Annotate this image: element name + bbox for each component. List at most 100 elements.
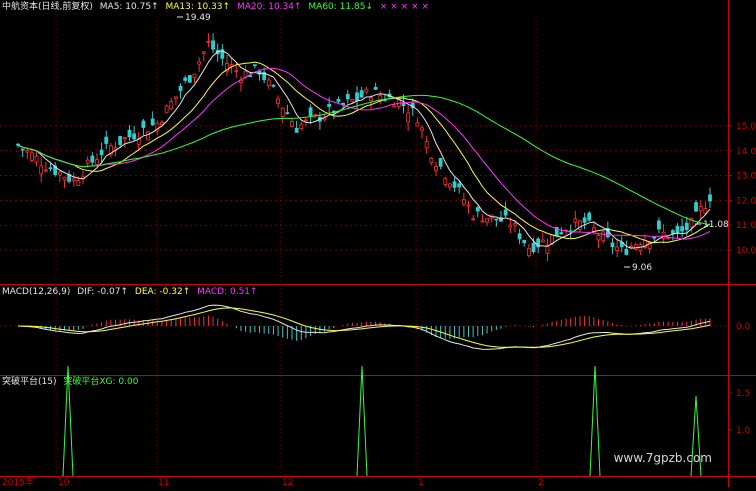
candle-body [327,103,332,107]
price-tick-label: 11.0 [736,221,756,231]
candle-body [438,158,443,167]
candle-body [666,237,671,240]
indicator-xg-readout: 突破平台XG: 0.00 [63,377,139,387]
date-axis-label: 2015年 [2,476,34,487]
breakout-signal [356,365,368,477]
date-axis-label: 12 [282,478,293,487]
candle-body [201,51,206,54]
candle-body [336,99,341,102]
candle-body [517,233,522,240]
candle-body [276,98,280,104]
candle-body [90,155,95,163]
candle-body [43,169,48,172]
ma13-line [17,61,711,244]
candle-body [415,122,420,127]
candle-body [694,202,698,212]
indicator-panel-title: 突破平台(15) [2,377,57,387]
candle-body [299,124,304,130]
candle-body [513,223,517,226]
price-tick-label: 15.0 [736,122,756,132]
candle-body [610,242,615,247]
candle-body [178,85,183,91]
candle-body [559,232,564,235]
candle-body [424,141,429,149]
candle-body [434,166,438,172]
macd-panel-header: MACD(12,26,9) DIF: -0.07↑ DEA: -0.32↑ MA… [2,287,262,298]
candle-body [475,207,480,212]
candle-body [30,152,34,161]
candle-body [485,217,489,223]
indicator-panel-header: 突破平台(15) 突破平台XG: 0.00 [2,377,142,388]
candle-body [452,181,457,188]
candle-body [355,92,359,101]
candle-body [615,246,620,252]
ma20-line [17,67,711,240]
candle-body [624,248,629,255]
candle-body [294,127,299,133]
candle-body [197,61,202,65]
candle-body [290,121,294,127]
candle-body [62,176,67,181]
candle-body [457,183,462,188]
candle-body [494,218,499,221]
candle-body [16,143,20,146]
candle-body [183,77,188,81]
candle-body [466,204,471,207]
ma5-line [17,50,711,249]
candle-body [633,244,638,250]
candle-body [526,247,531,256]
date-axis-label: 10 [58,478,70,487]
candle-body [508,224,513,228]
indicator-tick-label: 1.5 [736,389,750,399]
candle-body [95,159,99,165]
candle-body [373,86,378,90]
ma5-readout: MA5: 10.75↑ [99,2,159,12]
stock-chart[interactable]: 15.0 14.0 13.0 12.0 11.0 10.0 19.49 11.08 9.06 0.… [0,0,756,488]
candle-body [480,220,485,223]
candle-body [657,220,661,230]
candle-body [174,96,178,99]
dea-readout: DEA: -0.32↑ [134,287,191,297]
candle-body [448,183,452,188]
dif-readout: DIF: -0.07↑ [77,287,129,297]
date-axis-label: 1 [418,478,424,487]
main-panel-header: 中航资本(日线,前复权) MA5: 10.75↑ MA13: 10.33↑ MA… [2,2,433,13]
candle-body [169,101,174,110]
candle-body [280,107,285,117]
candle-body [76,180,81,186]
price-tick-label: 10.0 [736,246,756,256]
candle-body [141,120,146,128]
candle-body [573,218,578,223]
candle-body [429,157,434,164]
chart-canvas[interactable]: 15.014.013.012.011.010.019.4911.089.060.… [0,0,756,488]
candle-body [629,245,633,248]
candle-body [99,149,104,156]
candle-body [359,90,364,98]
candle-body [192,73,197,79]
candle-body [596,235,601,241]
candle-body [57,171,62,176]
candle-body [146,131,150,141]
candle-body [540,239,545,243]
candle-body [708,194,712,202]
candle-body [661,231,666,239]
candle-body [206,40,211,43]
candle-body [345,94,350,100]
candle-body [132,133,137,140]
candle-body [308,107,313,117]
candle-body [25,150,30,153]
candle-body [122,137,127,140]
candle-body [350,99,355,102]
candle-body [164,105,169,113]
candle-body [406,112,411,123]
candle-body [531,242,536,253]
candle-body [48,167,53,170]
candle-body [266,79,271,87]
candle-body [187,75,192,83]
date-axis-label: 2 [538,478,544,487]
candle-body [34,155,39,163]
candle-body [582,217,587,223]
candle-body [271,84,276,87]
candle-body [670,230,675,234]
price-tick-label: 14.0 [736,147,756,157]
